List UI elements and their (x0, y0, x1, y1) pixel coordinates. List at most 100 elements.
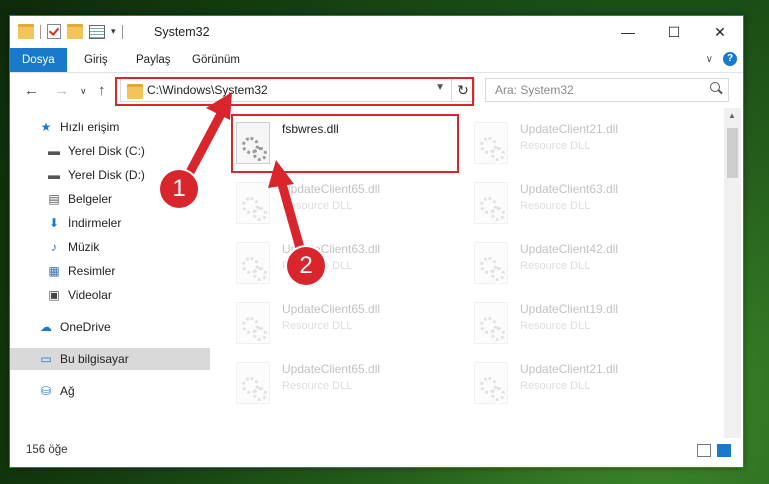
tab-paylas[interactable]: Paylaş (124, 48, 183, 72)
sidebar-item-label: Müzik (68, 240, 100, 254)
dll-file-icon (474, 182, 508, 224)
ribbon-tabs: Dosya Giriş Paylaş Görünüm ∨ ? (10, 48, 743, 73)
dll-file-icon (474, 122, 508, 164)
file-item[interactable]: UpdateClient65.dll Resource DLL (236, 358, 466, 408)
file-type: Resource DLL (520, 320, 591, 332)
close-button[interactable]: ✕ (697, 16, 743, 48)
scroll-up-icon[interactable]: ▲ (728, 111, 736, 120)
dll-file-icon (236, 182, 270, 224)
file-name: fsbwres.dll (282, 122, 339, 136)
file-item[interactable]: UpdateClient65.dll Resource DLL (236, 178, 466, 228)
address-row: ← → ∨ ↑ C:\Windows\System32 ▼ ↻ Ara: Sys… (10, 73, 743, 107)
up-arrow-icon[interactable]: ↑ (98, 82, 106, 99)
sidebar-item-label: İndirmeler (68, 216, 122, 230)
tab-gorunum[interactable]: Görünüm (180, 48, 252, 72)
sidebar-item-label: Videolar (68, 288, 112, 302)
back-arrow-icon[interactable]: ← (24, 82, 39, 99)
scrollbar-thumb[interactable] (727, 128, 738, 178)
navigation-pane: ★ Hızlı erişim ▬ Yerel Disk (C:) 📌 ▬ Yer… (10, 108, 240, 428)
large-icons-view-icon[interactable] (717, 444, 731, 457)
details-view-icon[interactable] (697, 444, 711, 457)
address-bar[interactable]: C:\Windows\System32 ▼ (120, 78, 452, 102)
status-bar: 156 öğe (10, 438, 741, 466)
video-icon: ▣ (48, 288, 60, 302)
item-count: 156 öğe (26, 444, 68, 456)
minimize-button[interactable]: — (605, 16, 651, 48)
sidebar-item-label: Resimler (68, 264, 116, 278)
sidebar-item-downloads[interactable]: ⬇ İndirmeler 📌 (10, 212, 244, 234)
sidebar-item-onedrive[interactable]: ☁ OneDrive (10, 316, 236, 338)
dll-file-icon (236, 122, 270, 164)
sidebar-item-disk-c[interactable]: ▬ Yerel Disk (C:) 📌 (10, 140, 244, 162)
refresh-button[interactable]: ↻ (451, 78, 475, 102)
sidebar-item-pictures[interactable]: ▦ Resimler 📌 (10, 260, 244, 282)
forward-arrow-icon[interactable]: → (54, 82, 69, 99)
file-type: Resource DLL (520, 200, 591, 212)
search-input[interactable]: Ara: System32 (485, 78, 729, 102)
view-toggle (697, 444, 731, 457)
file-item[interactable]: UpdateClient21.dll Resource DLL (474, 118, 704, 168)
file-item[interactable]: UpdateClient42.dll Resource DLL (474, 238, 704, 288)
help-icon[interactable]: ? (723, 52, 737, 66)
callout-badge-1: 1 (160, 170, 198, 208)
file-name: UpdateClient21.dll (520, 362, 619, 376)
recent-locations-icon[interactable]: ∨ (80, 86, 87, 97)
pictures-icon: ▦ (48, 264, 60, 278)
file-type: Resource DLL (520, 260, 591, 272)
file-item[interactable]: UpdateClient63.dll Resource DLL (236, 238, 466, 288)
vertical-scrollbar[interactable]: ▲ (724, 108, 741, 438)
search-icon (710, 82, 720, 92)
file-item-fsbwres[interactable]: fsbwres.dll (236, 118, 466, 168)
file-name: UpdateClient63.dll (520, 182, 619, 196)
sidebar-item-documents[interactable]: ▤ Belgeler 📌 (10, 188, 244, 210)
window-title: System32 (154, 25, 210, 39)
sidebar-item-disk-d[interactable]: ▬ Yerel Disk (D:) 📌 (10, 164, 244, 186)
tab-dosya[interactable]: Dosya (10, 48, 67, 72)
file-item[interactable]: UpdateClient21.dll Resource DLL (474, 358, 704, 408)
sidebar-item-label: Bu bilgisayar (60, 352, 129, 366)
sidebar-item-label: Yerel Disk (C:) (68, 144, 145, 158)
disk-icon: ▬ (48, 144, 60, 158)
file-name: UpdateClient65.dll (282, 182, 381, 196)
sidebar-item-label: Belgeler (68, 192, 113, 206)
sidebar-item-music[interactable]: ♪ Müzik 📌 (10, 236, 244, 258)
divider (121, 24, 123, 39)
dll-file-icon (236, 362, 270, 404)
folder-icon (18, 24, 34, 39)
file-item[interactable]: UpdateClient65.dll Resource DLL (236, 298, 466, 348)
dll-file-icon (236, 242, 270, 284)
search-placeholder: Ara: System32 (495, 83, 574, 97)
divider (40, 24, 41, 39)
customize-toolbar-icon[interactable]: ▾ (111, 26, 116, 37)
ribbon-right-controls: ∨ ? (706, 52, 737, 66)
view-options-icon[interactable] (89, 24, 105, 39)
file-type: Resource DLL (520, 380, 591, 392)
sidebar-item-quick-access[interactable]: ★ Hızlı erişim (10, 116, 236, 138)
sidebar-item-this-pc[interactable]: ▭ Bu bilgisayar (10, 348, 236, 370)
tab-giris[interactable]: Giriş (72, 48, 120, 72)
file-name: UpdateClient19.dll (520, 302, 619, 316)
sidebar-item-label: Ağ (60, 384, 75, 398)
file-item[interactable]: UpdateClient19.dll Resource DLL (474, 298, 704, 348)
properties-check-icon[interactable] (47, 24, 61, 39)
chevron-down-icon[interactable]: ▼ (435, 82, 445, 93)
sidebar-item-label: OneDrive (60, 320, 111, 334)
sidebar-item-network[interactable]: ⛁ Ağ (10, 380, 236, 402)
file-name: UpdateClient65.dll (282, 302, 381, 316)
documents-icon: ▤ (48, 192, 60, 206)
file-item[interactable]: UpdateClient63.dll Resource DLL (474, 178, 704, 228)
explorer-window: ▾ System32 — ☐ ✕ Dosya Giriş Paylaş Görü… (9, 15, 744, 468)
dll-file-icon (474, 242, 508, 284)
expand-ribbon-icon[interactable]: ∨ (706, 54, 713, 65)
disk-icon: ▬ (48, 168, 60, 182)
computer-icon: ▭ (40, 352, 52, 366)
file-type: Resource DLL (282, 200, 353, 212)
sidebar-item-videos[interactable]: ▣ Videolar 📌 (10, 284, 244, 306)
sidebar-item-label: Hızlı erişim (60, 120, 120, 134)
maximize-button[interactable]: ☐ (651, 16, 697, 48)
dll-file-icon (236, 302, 270, 344)
sidebar-item-label: Yerel Disk (D:) (68, 168, 145, 182)
file-type: Resource DLL (520, 140, 591, 152)
new-folder-icon[interactable] (67, 24, 83, 39)
file-name: UpdateClient65.dll (282, 362, 381, 376)
